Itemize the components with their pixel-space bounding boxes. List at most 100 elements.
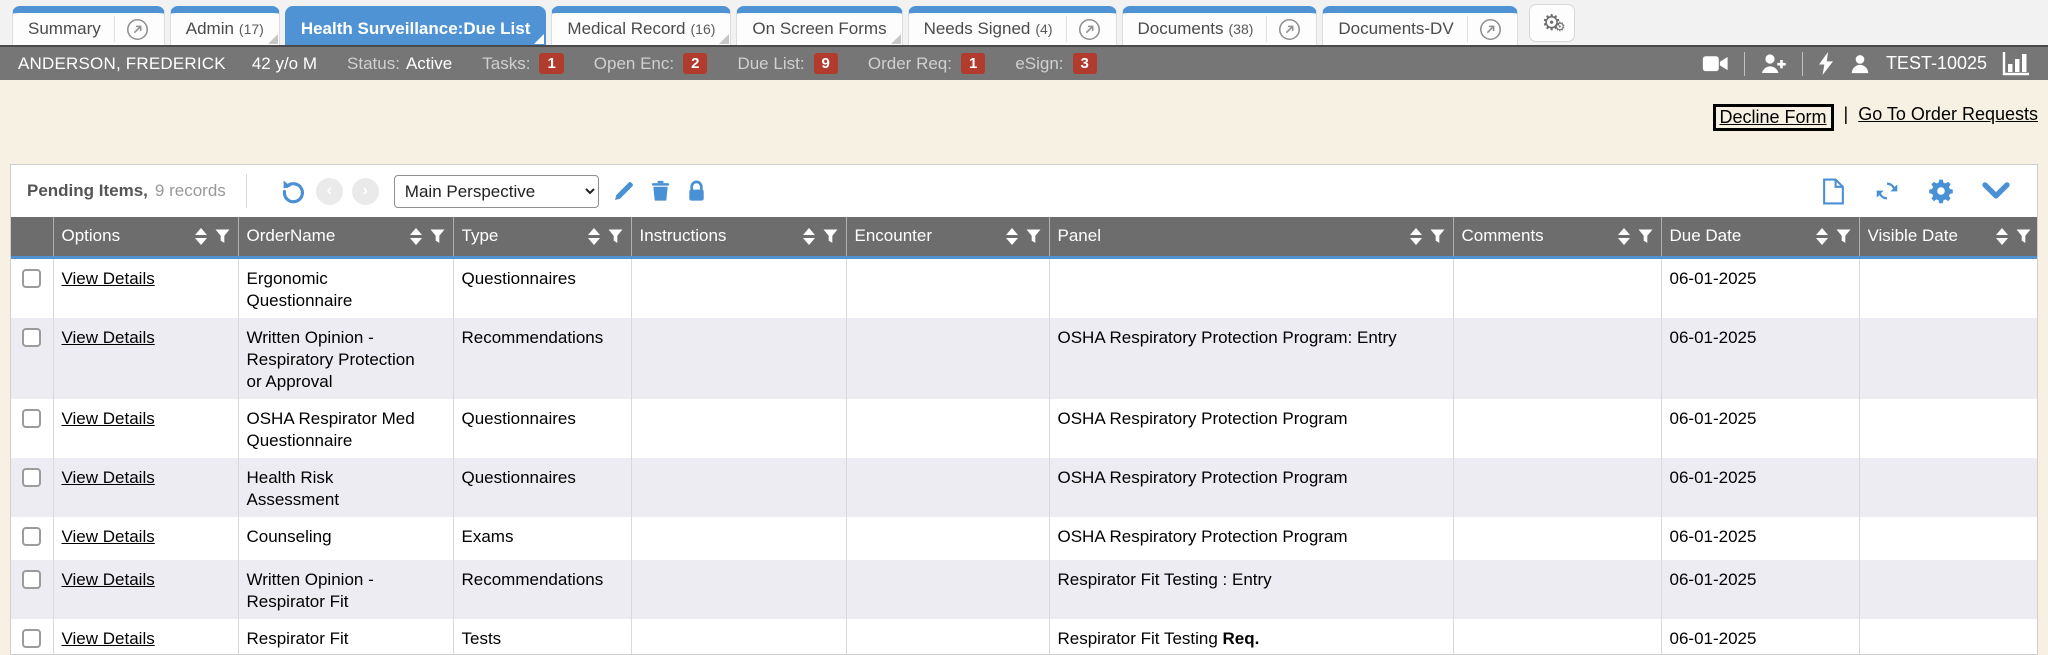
row-checkbox[interactable] <box>22 269 41 288</box>
status-value: Active <box>406 54 452 74</box>
perspective-select[interactable]: Main Perspective <box>394 175 599 208</box>
view-details-link[interactable]: View Details <box>62 629 155 648</box>
column-label: OrderName <box>247 226 406 246</box>
tab-medical-record[interactable]: Medical Record (16) <box>551 6 731 45</box>
delete-trash-icon[interactable] <box>649 179 672 203</box>
cell-comments <box>1453 257 1661 318</box>
view-details-link[interactable]: View Details <box>62 468 155 487</box>
cell-comments <box>1453 560 1661 619</box>
prev-page-button[interactable]: ‹ <box>316 178 343 205</box>
cell-instructions <box>631 399 846 458</box>
view-details-link[interactable]: View Details <box>62 269 155 288</box>
cell-comments <box>1453 399 1661 458</box>
open-external-icon[interactable] <box>1479 18 1502 41</box>
open-external-icon[interactable] <box>126 18 149 41</box>
filter-funnel-icon[interactable] <box>1638 229 1653 244</box>
bar-chart-icon[interactable] <box>2002 51 2030 76</box>
counter-badge: 9 <box>814 53 838 74</box>
filter-funnel-icon[interactable] <box>1430 229 1445 244</box>
filter-funnel-icon[interactable] <box>1836 229 1851 244</box>
tab-documents[interactable]: Documents (38) <box>1122 6 1318 45</box>
decline-form-link[interactable]: Decline Form <box>1720 107 1827 127</box>
sort-icon[interactable] <box>410 228 422 245</box>
filter-funnel-icon[interactable] <box>215 229 230 244</box>
tab-health-surveillance-due-list[interactable]: Health Surveillance:Due List <box>285 6 547 45</box>
sort-icon[interactable] <box>1006 228 1018 245</box>
sort-icon[interactable] <box>1410 228 1422 245</box>
edit-pencil-icon[interactable] <box>612 179 636 203</box>
filter-funnel-icon[interactable] <box>430 229 445 244</box>
lightning-icon[interactable] <box>1818 52 1834 75</box>
user-icon[interactable] <box>1849 53 1871 75</box>
tab-summary[interactable]: Summary <box>12 6 165 45</box>
row-checkbox[interactable] <box>22 409 41 428</box>
sort-icon[interactable] <box>803 228 815 245</box>
tab-label: Admin <box>186 19 234 39</box>
tab-label: Summary <box>28 19 101 39</box>
view-details-link[interactable]: View Details <box>62 527 155 546</box>
filter-funnel-icon[interactable] <box>823 229 838 244</box>
cell-visible-date <box>1859 458 2038 517</box>
open-external-icon[interactable] <box>1278 18 1301 41</box>
column-header-visible-date: Visible Date <box>1859 217 2038 257</box>
cell-encounter <box>846 257 1049 318</box>
cell-comments <box>1453 318 1661 399</box>
refresh-icon[interactable] <box>1873 178 1901 204</box>
filter-funnel-icon[interactable] <box>608 229 623 244</box>
tab-needs-signed[interactable]: Needs Signed (4) <box>908 6 1117 45</box>
column-header-ordername: OrderName <box>238 217 453 257</box>
counter-badge: 2 <box>683 53 707 74</box>
sort-icon[interactable] <box>1996 228 2008 245</box>
divider <box>246 174 247 208</box>
column-label: Comments <box>1462 226 1614 246</box>
row-checkbox[interactable] <box>22 328 41 347</box>
open-external-icon[interactable] <box>1078 18 1101 41</box>
undo-icon[interactable] <box>280 178 307 205</box>
grid-toolbar: Pending Items, 9 records ‹ › Main Perspe… <box>11 165 2037 217</box>
counter-badge: 3 <box>1073 53 1097 74</box>
status-label: Status: <box>347 54 400 74</box>
row-checkbox[interactable] <box>22 527 41 546</box>
collapse-chevron-down-icon[interactable] <box>1981 180 2011 202</box>
tab-admin[interactable]: Admin (17) <box>170 6 280 45</box>
cell-encounter <box>846 458 1049 517</box>
counter-label: Due List: <box>737 54 804 74</box>
column-label: Panel <box>1058 226 1406 246</box>
view-details-link[interactable]: View Details <box>62 409 155 428</box>
settings-gear-icon[interactable] <box>1928 178 1954 204</box>
sort-icon[interactable] <box>588 228 600 245</box>
cell-encounter <box>846 560 1049 619</box>
lock-icon[interactable] <box>685 179 708 203</box>
table-row: View Details Respirator Fit Tests Respir… <box>11 619 2038 655</box>
cell-comments <box>1453 458 1661 517</box>
tab-inner-divider <box>1467 16 1468 42</box>
patient-name: ANDERSON, FREDERICK <box>18 54 226 74</box>
filter-funnel-icon[interactable] <box>1026 229 1041 244</box>
row-checkbox[interactable] <box>22 468 41 487</box>
cell-panel <box>1049 257 1453 318</box>
add-user-icon[interactable] <box>1760 52 1787 75</box>
column-label: Type <box>462 226 584 246</box>
go-to-order-requests-link[interactable]: Go To Order Requests <box>1858 104 2038 125</box>
new-document-icon[interactable] <box>1821 178 1846 205</box>
column-header-encounter: Encounter <box>846 217 1049 257</box>
user-id: TEST-10025 <box>1886 53 1987 74</box>
row-checkbox[interactable] <box>22 570 41 589</box>
sort-icon[interactable] <box>195 228 207 245</box>
view-details-link[interactable]: View Details <box>62 328 155 347</box>
sort-icon[interactable] <box>1618 228 1630 245</box>
cell-due-date: 06-01-2025 <box>1661 318 1859 399</box>
view-details-link[interactable]: View Details <box>62 570 155 589</box>
tab-documents-dv[interactable]: Documents-DV <box>1322 6 1517 45</box>
counter-order-req: Order Req: 1 <box>868 53 985 74</box>
next-page-button[interactable]: › <box>352 178 379 205</box>
counter-label: Order Req: <box>868 54 952 74</box>
sort-icon[interactable] <box>1816 228 1828 245</box>
video-camera-icon[interactable] <box>1702 53 1729 75</box>
filter-funnel-icon[interactable] <box>2016 229 2031 244</box>
tab-count: (4) <box>1035 21 1052 37</box>
tab-on-screen-forms[interactable]: On Screen Forms <box>736 6 902 45</box>
tab-count: (16) <box>691 21 716 37</box>
row-checkbox[interactable] <box>22 629 41 648</box>
tab-settings-button[interactable]: ⚙⚙ <box>1529 4 1575 42</box>
